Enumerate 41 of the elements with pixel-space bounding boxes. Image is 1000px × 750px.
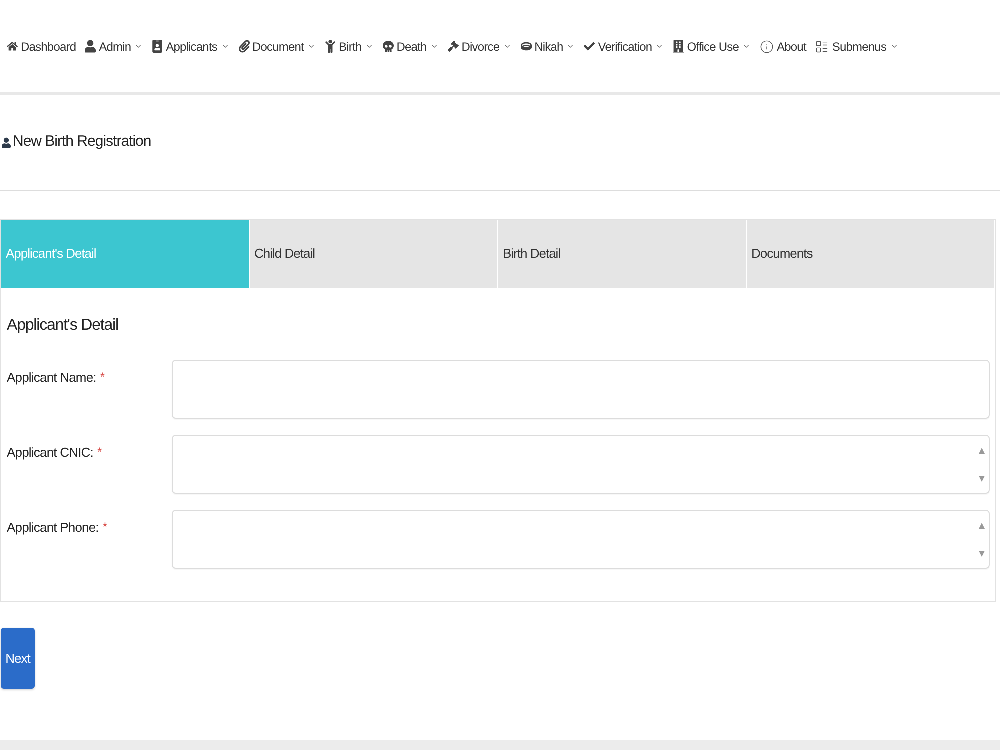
required-mark: * [100,370,106,384]
paperclip-icon [238,40,250,53]
info-icon [760,40,774,54]
nav-link[interactable]: Birth [325,38,374,56]
id-badge-icon [152,40,164,53]
required-mark: * [102,520,108,534]
check-icon [584,40,596,53]
field-label: Applicant Name: [7,370,96,386]
home-icon [7,40,18,53]
next-button[interactable]: Next [1,628,35,689]
page-title: New Birth Registration [13,132,152,152]
input-field[interactable] [172,435,990,494]
skull-icon [382,40,394,53]
input-field[interactable] [172,510,990,569]
nav-link[interactable]: Divorce [448,38,512,56]
gavel-icon [448,40,459,53]
spinner-arrows-icon[interactable] [979,448,985,482]
nav-link[interactable]: Submenus [815,38,899,56]
nav-link[interactable]: Applicants [152,38,230,56]
child-icon [325,40,336,53]
nav-link[interactable]: Office Use [673,38,752,56]
nav-link[interactable]: Verification [584,38,664,56]
input-field[interactable] [172,360,990,419]
step-tab[interactable]: Child Detail [250,220,498,288]
step-tab[interactable]: Birth Detail [498,220,746,288]
nav-link[interactable]: Dashboard [7,38,76,56]
nav-link[interactable]: Document [238,38,316,56]
ring-icon [520,40,532,53]
list-icon [815,40,830,54]
field-label: Applicant CNIC: [7,445,94,461]
section-title: Applicant's Detail [7,316,118,336]
nav-link[interactable]: Admin [85,38,144,56]
nav-link[interactable]: Death [382,38,439,56]
spinner-arrows-icon[interactable] [979,522,985,556]
step-tab[interactable]: Documents [746,220,995,288]
nav-link[interactable]: Nikah [520,38,576,56]
required-mark: * [97,445,102,459]
nav-link[interactable]: About [760,38,806,56]
field-label: Applicant Phone: [7,520,99,536]
user-icon [85,40,96,53]
building-icon [673,40,684,53]
